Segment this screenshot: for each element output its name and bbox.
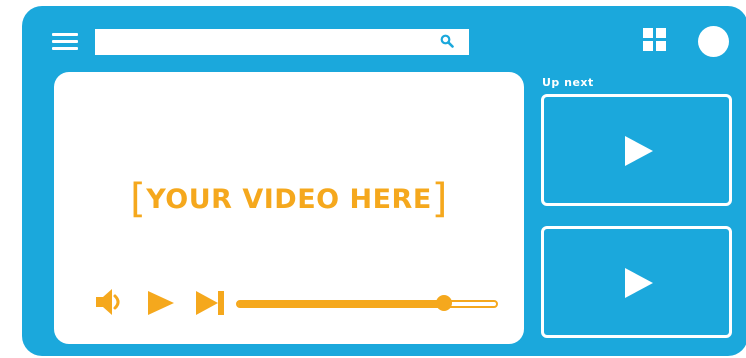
play-icon bbox=[625, 136, 653, 166]
up-next-item[interactable] bbox=[541, 94, 732, 206]
video-player[interactable]: [YOUR VIDEO HERE] bbox=[54, 72, 524, 344]
player-controls bbox=[54, 72, 524, 344]
volume-icon[interactable] bbox=[94, 288, 128, 316]
skip-next-icon[interactable] bbox=[194, 290, 226, 316]
search-icon[interactable] bbox=[440, 34, 454, 48]
progress-bar[interactable] bbox=[236, 295, 498, 311]
up-next-label: Up next bbox=[542, 76, 594, 89]
progress-fill bbox=[238, 300, 445, 308]
app-window: [YOUR VIDEO HERE] Up next bbox=[22, 6, 746, 356]
grid-apps-icon[interactable] bbox=[643, 28, 667, 52]
play-icon bbox=[625, 268, 653, 298]
play-icon[interactable] bbox=[146, 290, 176, 316]
progress-handle[interactable] bbox=[436, 295, 453, 311]
up-next-item[interactable] bbox=[541, 226, 732, 338]
search-input[interactable] bbox=[95, 29, 469, 55]
avatar[interactable] bbox=[698, 26, 729, 57]
hamburger-menu-icon[interactable] bbox=[52, 31, 78, 53]
